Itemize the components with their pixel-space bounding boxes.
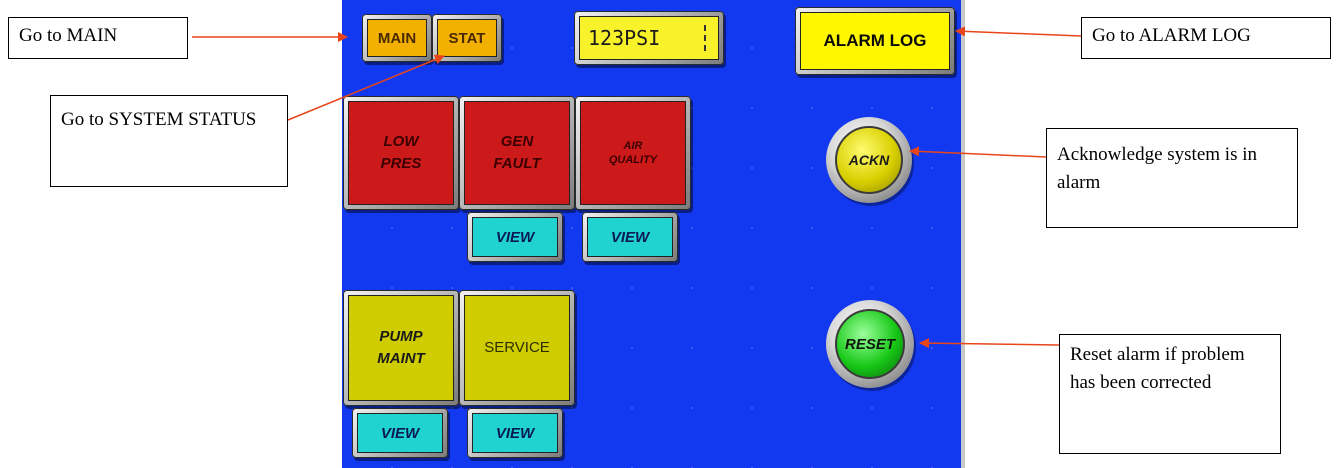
pump-maint-line2: MAINT [377, 350, 425, 367]
air-quality-label: AIR QUALITY [580, 101, 686, 205]
main-button[interactable]: MAIN [362, 14, 432, 62]
gen-fault-line1: GEN [500, 133, 534, 150]
acknowledge-label: ACKN [835, 126, 903, 194]
service-label: SERVICE [464, 295, 570, 401]
main-button-label: MAIN [367, 19, 427, 57]
alarm-log-button[interactable]: ALARM LOG [795, 7, 955, 75]
callout-main: Go to MAIN [8, 17, 188, 59]
low-pres-tile[interactable]: LOW PRES [343, 96, 459, 210]
low-pres-label: LOW PRES [348, 101, 454, 205]
view-label: VIEW [472, 217, 558, 257]
pressure-value: 123PSI [579, 16, 719, 60]
service-tile[interactable]: SERVICE [459, 290, 575, 406]
stat-button[interactable]: STAT [432, 14, 502, 62]
callout-reset: Reset alarm if problem has been correcte… [1059, 334, 1281, 454]
pump-maint-tile[interactable]: PUMP MAINT [343, 290, 459, 406]
view-button-air-quality[interactable]: VIEW [582, 212, 678, 262]
view-button-gen-fault[interactable]: VIEW [467, 212, 563, 262]
view-label: VIEW [357, 413, 443, 453]
gen-fault-line2: FAULT [493, 155, 541, 172]
panel-edge [961, 0, 965, 468]
pump-maint-label: PUMP MAINT [348, 295, 454, 401]
input-cursor [704, 25, 706, 51]
gen-fault-label: GEN FAULT [464, 101, 570, 205]
view-label: VIEW [472, 413, 558, 453]
callout-acknowledge: Acknowledge system is in alarm [1046, 128, 1298, 228]
air-quality-tile[interactable]: AIR QUALITY [575, 96, 691, 210]
pressure-text: 123PSI [588, 26, 661, 50]
view-button-pump-maint[interactable]: VIEW [352, 408, 448, 458]
alarm-log-label: ALARM LOG [800, 12, 950, 70]
callout-system-status: Go to SYSTEM STATUS [50, 95, 288, 187]
view-label: VIEW [587, 217, 673, 257]
stat-button-label: STAT [437, 19, 497, 57]
air-quality-line1: AIR [623, 140, 643, 152]
gen-fault-tile[interactable]: GEN FAULT [459, 96, 575, 210]
acknowledge-button[interactable]: ACKN [826, 117, 912, 203]
pump-maint-line1: PUMP [379, 328, 423, 345]
view-button-service[interactable]: VIEW [467, 408, 563, 458]
arrow-alarm-log [955, 26, 1082, 37]
air-quality-line2: QUALITY [608, 154, 658, 166]
reset-label: RESET [835, 309, 905, 379]
pressure-display: 123PSI [574, 11, 724, 65]
low-pres-line2: PRES [380, 155, 422, 172]
reset-button[interactable]: RESET [826, 300, 914, 388]
low-pres-line1: LOW [383, 133, 419, 150]
callout-alarm-log: Go to ALARM LOG [1081, 17, 1331, 59]
